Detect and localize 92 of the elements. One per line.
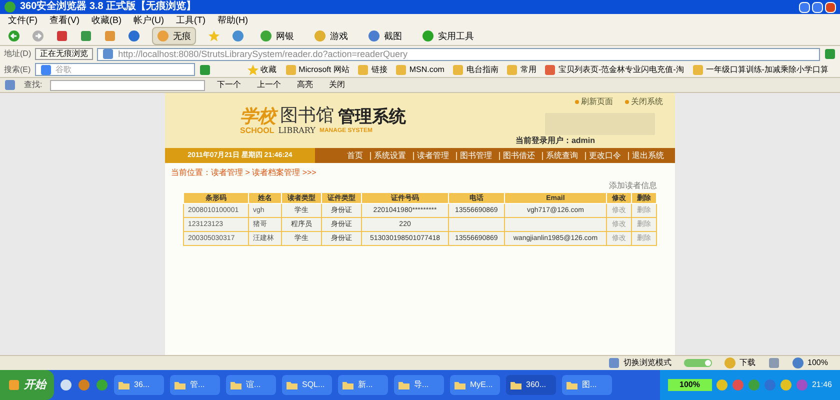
favorite-link[interactable]: 常用 <box>506 64 536 76</box>
toolbar-icon <box>422 30 434 42</box>
taskbar-button[interactable]: 管... <box>170 375 220 395</box>
battery-indicator: 100% <box>668 379 712 391</box>
toggle-switch[interactable] <box>684 359 712 367</box>
toolbar-icon <box>260 30 272 42</box>
start-button[interactable]: 开始 <box>0 370 54 400</box>
app-icon <box>118 379 130 391</box>
taskbar-button[interactable]: 谊... <box>226 375 276 395</box>
app-icon <box>286 379 298 391</box>
app-icon <box>342 379 354 391</box>
star-icon[interactable] <box>208 30 220 42</box>
nav-link[interactable]: 系统设置 <box>370 152 409 160</box>
quick-launch-icon[interactable] <box>78 379 90 391</box>
favorite-link[interactable]: 一年级口算训练-加减乘除小学口算 <box>692 64 828 76</box>
app-icon <box>454 379 466 391</box>
tray-icon[interactable] <box>732 379 744 391</box>
app-icon <box>174 379 186 391</box>
nav-link[interactable]: 图书借还 <box>499 152 538 160</box>
app-icon <box>566 379 578 391</box>
find-label: 查找: <box>24 81 42 89</box>
header-link[interactable]: 关闭系统 <box>625 98 663 106</box>
address-field[interactable]: http://localhost:8080/StrutsLibrarySystem/reader.do?action=readerQuery <box>97 48 820 60</box>
tray-icon[interactable] <box>780 379 792 391</box>
toolbar-icon <box>368 30 380 42</box>
current-user: 当前登录用户：admin <box>515 137 595 145</box>
restore-button[interactable] <box>812 2 823 12</box>
taskbar-button[interactable]: SQL... <box>282 375 332 395</box>
logo-text: SCHOOL <box>240 126 274 134</box>
favorite-link[interactable]: Microsoft 网站 <box>284 64 350 76</box>
find-button[interactable]: 上一个 <box>253 81 286 89</box>
nav-link[interactable]: 系统查询 <box>542 152 581 160</box>
address-label: 地址(D) <box>4 50 32 58</box>
find-button[interactable]: 关闭 <box>325 81 350 89</box>
taskbar-button[interactable]: 36... <box>114 375 164 395</box>
toolbar-icon <box>314 30 326 42</box>
breadcrumb: 当前位置：读者管理 > 读者档案管理 >>> <box>171 169 318 177</box>
taskbar-button[interactable]: 360... <box>506 375 556 395</box>
app-icon <box>398 379 410 391</box>
menu-item[interactable]: 帐户(U) <box>134 16 164 25</box>
menu-item[interactable]: 帮助(H) <box>218 16 248 25</box>
nav-link[interactable]: 更改口令 <box>585 152 624 160</box>
tray-icon[interactable] <box>764 379 776 391</box>
nav-link[interactable]: 读者管理 <box>413 152 452 160</box>
clock: 21:46 <box>812 381 832 389</box>
logo-text: LIBRARY <box>278 126 316 134</box>
search-label: 搜索(E) <box>4 66 31 74</box>
taskbar-button[interactable]: MyE... <box>450 375 500 395</box>
app-icon <box>230 379 242 391</box>
quick-launch-icon[interactable] <box>60 379 72 391</box>
favorite-link[interactable]: 电台指南 <box>452 64 498 76</box>
download-button[interactable]: 下载 <box>724 357 756 369</box>
close-button[interactable] <box>825 2 836 12</box>
find-button[interactable]: 高亮 <box>293 81 318 89</box>
taskbar-button[interactable]: 图... <box>562 375 612 395</box>
taskbar-button[interactable]: 新... <box>338 375 388 395</box>
toolbar-button[interactable]: 网银 <box>256 28 298 44</box>
logo-text: 学校 <box>240 106 276 124</box>
tray-icon[interactable] <box>796 379 808 391</box>
favorite-link[interactable]: 收藏 <box>246 64 277 76</box>
quick-launch-icon[interactable] <box>96 379 108 391</box>
toolbar-button[interactable]: 游戏 <box>310 28 352 44</box>
window-title: 360安全浏览器 3.8 正式版【无痕浏览】 <box>20 2 196 12</box>
taskbar-button[interactable]: 导... <box>394 375 444 395</box>
menu-item[interactable]: 工具(T) <box>176 16 206 25</box>
add-reader-link[interactable]: 添加读者信息 <box>609 182 657 190</box>
minimize-button[interactable] <box>799 2 810 12</box>
logo-text: 图书馆 <box>280 106 334 124</box>
star-icon <box>246 64 259 76</box>
app-icon <box>510 379 522 391</box>
favorite-link[interactable]: 宝贝列表页-范金林专业闪电充值-淘 <box>544 64 684 76</box>
toolbar-button[interactable]: 截图 <box>364 28 406 44</box>
toolbar-button[interactable]: 无痕 <box>152 27 196 45</box>
browse-mode-badge: 正在无痕浏览 <box>35 48 94 60</box>
forward-icon[interactable] <box>32 30 44 42</box>
back-icon[interactable] <box>8 30 20 42</box>
nav-link[interactable]: 首页 <box>344 152 366 160</box>
nav-link[interactable]: 退出系统 <box>628 152 667 160</box>
tray-icon[interactable] <box>716 379 728 391</box>
find-field[interactable] <box>50 80 206 90</box>
menu-item[interactable]: 收藏(B) <box>92 16 122 25</box>
zoom-button[interactable]: 100% <box>792 357 828 369</box>
favorite-link[interactable]: 链接 <box>357 64 388 76</box>
toolbar-button[interactable]: 实用工具 <box>418 28 478 44</box>
header-link[interactable]: 刷新页面 <box>575 98 613 106</box>
menu-item[interactable]: 查看(V) <box>50 16 80 25</box>
browse-mode-toggle[interactable]: 切换浏览模式 <box>608 357 672 369</box>
nav-link[interactable]: 图书管理 <box>456 152 495 160</box>
menu-item[interactable]: 文件(F) <box>8 16 38 25</box>
logo-text: 管理系统 <box>338 108 406 124</box>
find-button[interactable]: 下一个 <box>213 81 246 89</box>
favorite-link[interactable]: MSN.com <box>395 64 444 76</box>
